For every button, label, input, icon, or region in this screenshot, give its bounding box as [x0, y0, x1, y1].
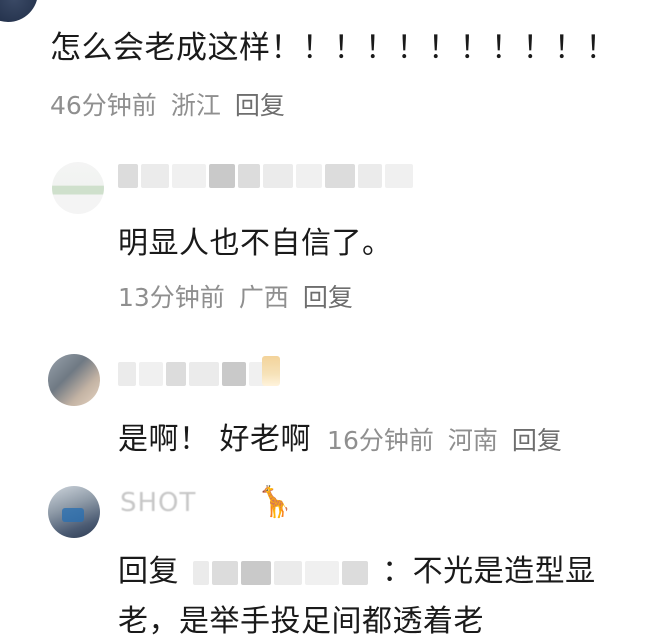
reply-button[interactable]: 回复: [235, 91, 285, 120]
comment-text: 怎么会老成这样！！！！！！！！！！！: [50, 30, 617, 66]
username-blurred[interactable]: [118, 362, 275, 386]
comment-row: 回复 ：不光是造型显: [118, 546, 596, 590]
reply-button[interactable]: 回复: [303, 283, 353, 312]
giraffe-icon: 🦒: [256, 485, 294, 520]
comment-text: 是啊！ 好老啊: [118, 422, 312, 457]
comment-meta: 46分钟前 浙江 回复: [50, 86, 299, 122]
comment-time: 13分钟前: [118, 283, 225, 312]
username-partial[interactable]: SHOT: [120, 488, 196, 518]
comment-text-continued: 老，是举手投足间都透着老: [118, 604, 484, 639]
username-blurred[interactable]: [193, 560, 369, 585]
comment-meta: 13分钟前 广西 回复: [118, 278, 367, 314]
reply-button[interactable]: 回复: [512, 426, 562, 455]
comment-time: 46分钟前: [50, 91, 157, 120]
comment-thread: 怎么会老成这样！！！！！！！！！！！ 46分钟前 浙江 回复 明显人也不自信了。 1…: [0, 0, 660, 642]
comment-text: ：不光是造型显: [382, 554, 596, 589]
avatar[interactable]: [0, 0, 38, 22]
emoji-badge-icon: [262, 356, 280, 386]
comment-location: 广西: [238, 283, 289, 312]
avatar[interactable]: [48, 354, 100, 406]
avatar[interactable]: [52, 162, 104, 214]
avatar[interactable]: [48, 486, 100, 538]
username-blurred[interactable]: [118, 164, 413, 188]
comment-location: 河南: [447, 426, 498, 455]
comment-text: 明显人也不自信了。: [118, 226, 393, 261]
comment-time: 16分钟前: [327, 426, 434, 455]
comment-meta: 16分钟前 河南 回复: [327, 426, 576, 455]
reply-prefix[interactable]: 回复: [118, 554, 179, 589]
comment-row: 是啊！ 好老啊 16分钟前 河南 回复: [118, 414, 576, 458]
comment-location: 浙江: [170, 91, 221, 120]
